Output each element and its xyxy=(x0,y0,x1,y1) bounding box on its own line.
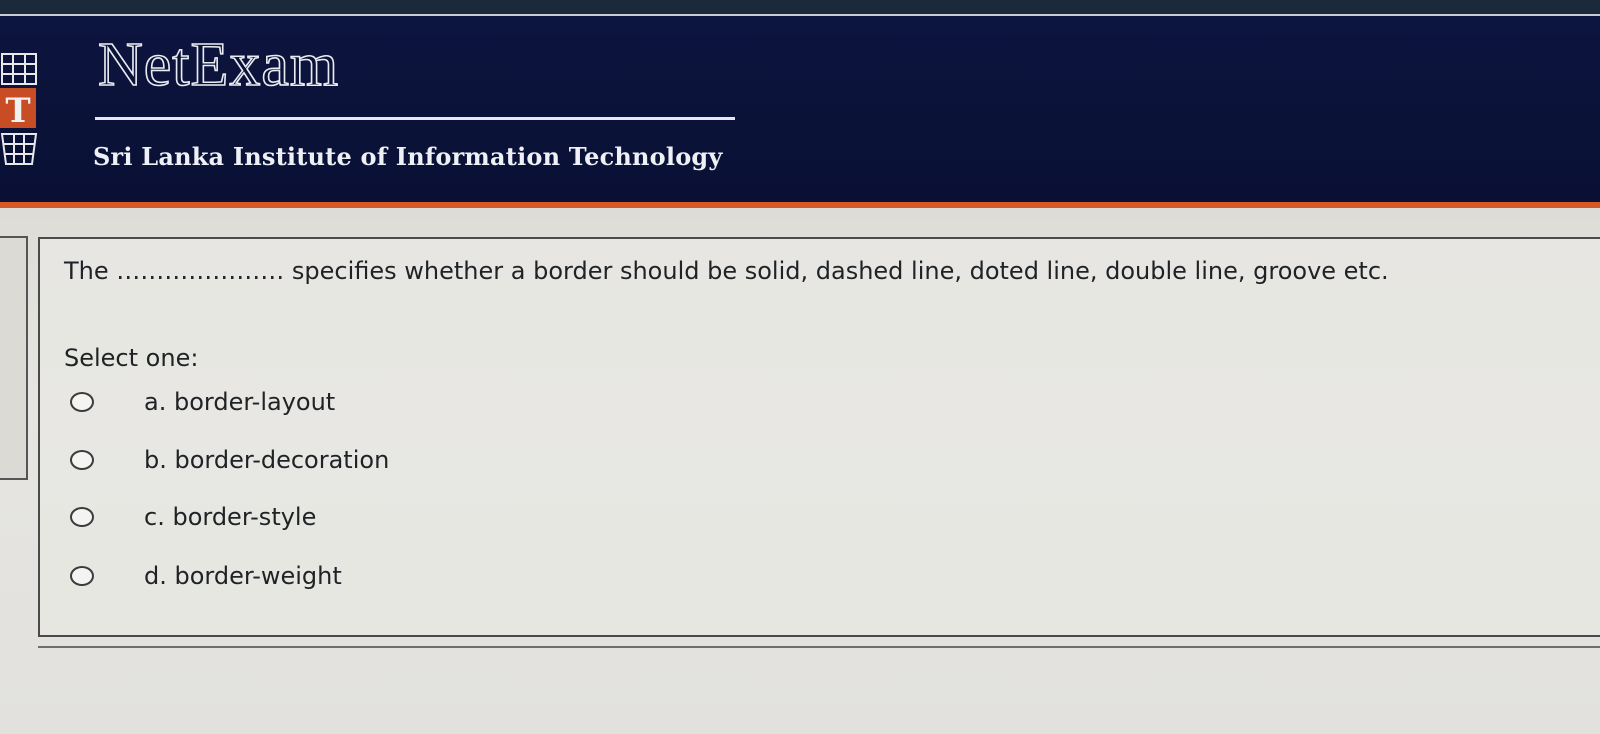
question-text: The ………………… specifies whether a border s… xyxy=(64,257,1389,285)
radio-button-icon[interactable] xyxy=(70,392,94,412)
top-window-strip xyxy=(0,0,1600,16)
svg-text:T: T xyxy=(5,91,30,131)
option-label[interactable]: b. border-decoration xyxy=(144,446,389,474)
answer-option-b[interactable]: b. border-decoration xyxy=(70,443,389,477)
institute-name: Sri Lanka Institute of Information Techn… xyxy=(93,142,723,171)
brand-divider xyxy=(95,117,735,120)
radio-button-icon[interactable] xyxy=(70,450,94,470)
radio-button-icon[interactable] xyxy=(70,507,94,527)
answer-option-d[interactable]: d. border-weight xyxy=(70,559,342,593)
answer-option-a[interactable]: a. border-layout xyxy=(70,385,335,419)
option-label[interactable]: a. border-layout xyxy=(144,388,335,416)
radio-button-icon[interactable] xyxy=(70,566,94,586)
page-divider xyxy=(38,646,1600,648)
answer-option-c[interactable]: c. border-style xyxy=(70,500,316,534)
sliit-logo-icon: T xyxy=(0,53,38,165)
question-nav-panel[interactable] xyxy=(0,236,28,480)
brand-title: NetExam xyxy=(97,31,340,99)
select-one-label: Select one: xyxy=(64,344,199,372)
option-label[interactable]: c. border-style xyxy=(144,503,316,531)
option-label[interactable]: d. border-weight xyxy=(144,562,342,590)
